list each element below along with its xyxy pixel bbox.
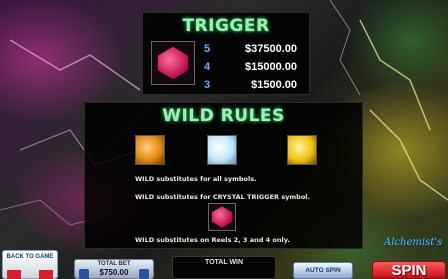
auto-spin-label: AUTO SPIN xyxy=(305,267,341,274)
auto-spin-button[interactable]: AUTO SPIN xyxy=(293,262,353,279)
payout-count-4: 4 xyxy=(204,61,211,73)
total-win-label: TOTAL WIN xyxy=(204,259,244,266)
payout-amount-5: $37500.00 xyxy=(245,43,297,55)
trigger-paytable-panel: TRIGGER 5 $37500.00 4 $15000.00 3 $1500.… xyxy=(142,12,310,95)
yellow-gem-icon xyxy=(287,135,317,165)
alchemist-logo: Alchemist's xyxy=(384,237,443,248)
total-bet-box: TOTAL BET $750.00 xyxy=(74,259,154,279)
payout-amount-3: $1500.00 xyxy=(251,79,297,91)
trigger-title: TRIGGER xyxy=(182,16,270,36)
spin-label: SPIN xyxy=(391,262,427,279)
spin-button[interactable]: SPIN xyxy=(372,261,446,279)
reel-crystal-symbol-frame xyxy=(208,203,236,231)
total-bet-label: TOTAL BET xyxy=(97,261,131,267)
wild-rules-panel: WILD RULES WILD substitutes for all symb… xyxy=(84,102,363,249)
back-arrow-left-icon xyxy=(7,270,21,279)
white-gem-icon xyxy=(207,135,237,165)
total-win-box: TOTAL WIN xyxy=(172,256,276,279)
red-crystal-icon xyxy=(211,206,233,228)
bet-increase-button[interactable] xyxy=(139,269,149,279)
trigger-symbol-frame xyxy=(151,41,195,85)
payout-amount-4: $15000.00 xyxy=(245,61,297,73)
back-arrow-right-icon xyxy=(39,270,53,279)
red-crystal-icon xyxy=(157,46,189,80)
back-to-game-button[interactable]: BACK TO GAME xyxy=(2,250,58,279)
payout-count-5: 5 xyxy=(204,43,211,55)
payout-count-3: 3 xyxy=(204,79,211,91)
wild-rule-3: WILD substitutes on Reels 2, 3 and 4 onl… xyxy=(135,236,290,244)
wild-rule-1: WILD substitutes for all symbols. xyxy=(135,175,257,183)
orange-gem-icon xyxy=(135,135,165,165)
wild-rules-title: WILD RULES xyxy=(162,106,285,126)
back-to-game-label: BACK TO GAME xyxy=(6,254,54,260)
total-bet-value: $750.00 xyxy=(99,268,129,277)
wild-rule-2: WILD substitutes for CRYSTAL TRIGGER sym… xyxy=(135,193,310,201)
bet-decrease-button[interactable] xyxy=(79,269,89,279)
